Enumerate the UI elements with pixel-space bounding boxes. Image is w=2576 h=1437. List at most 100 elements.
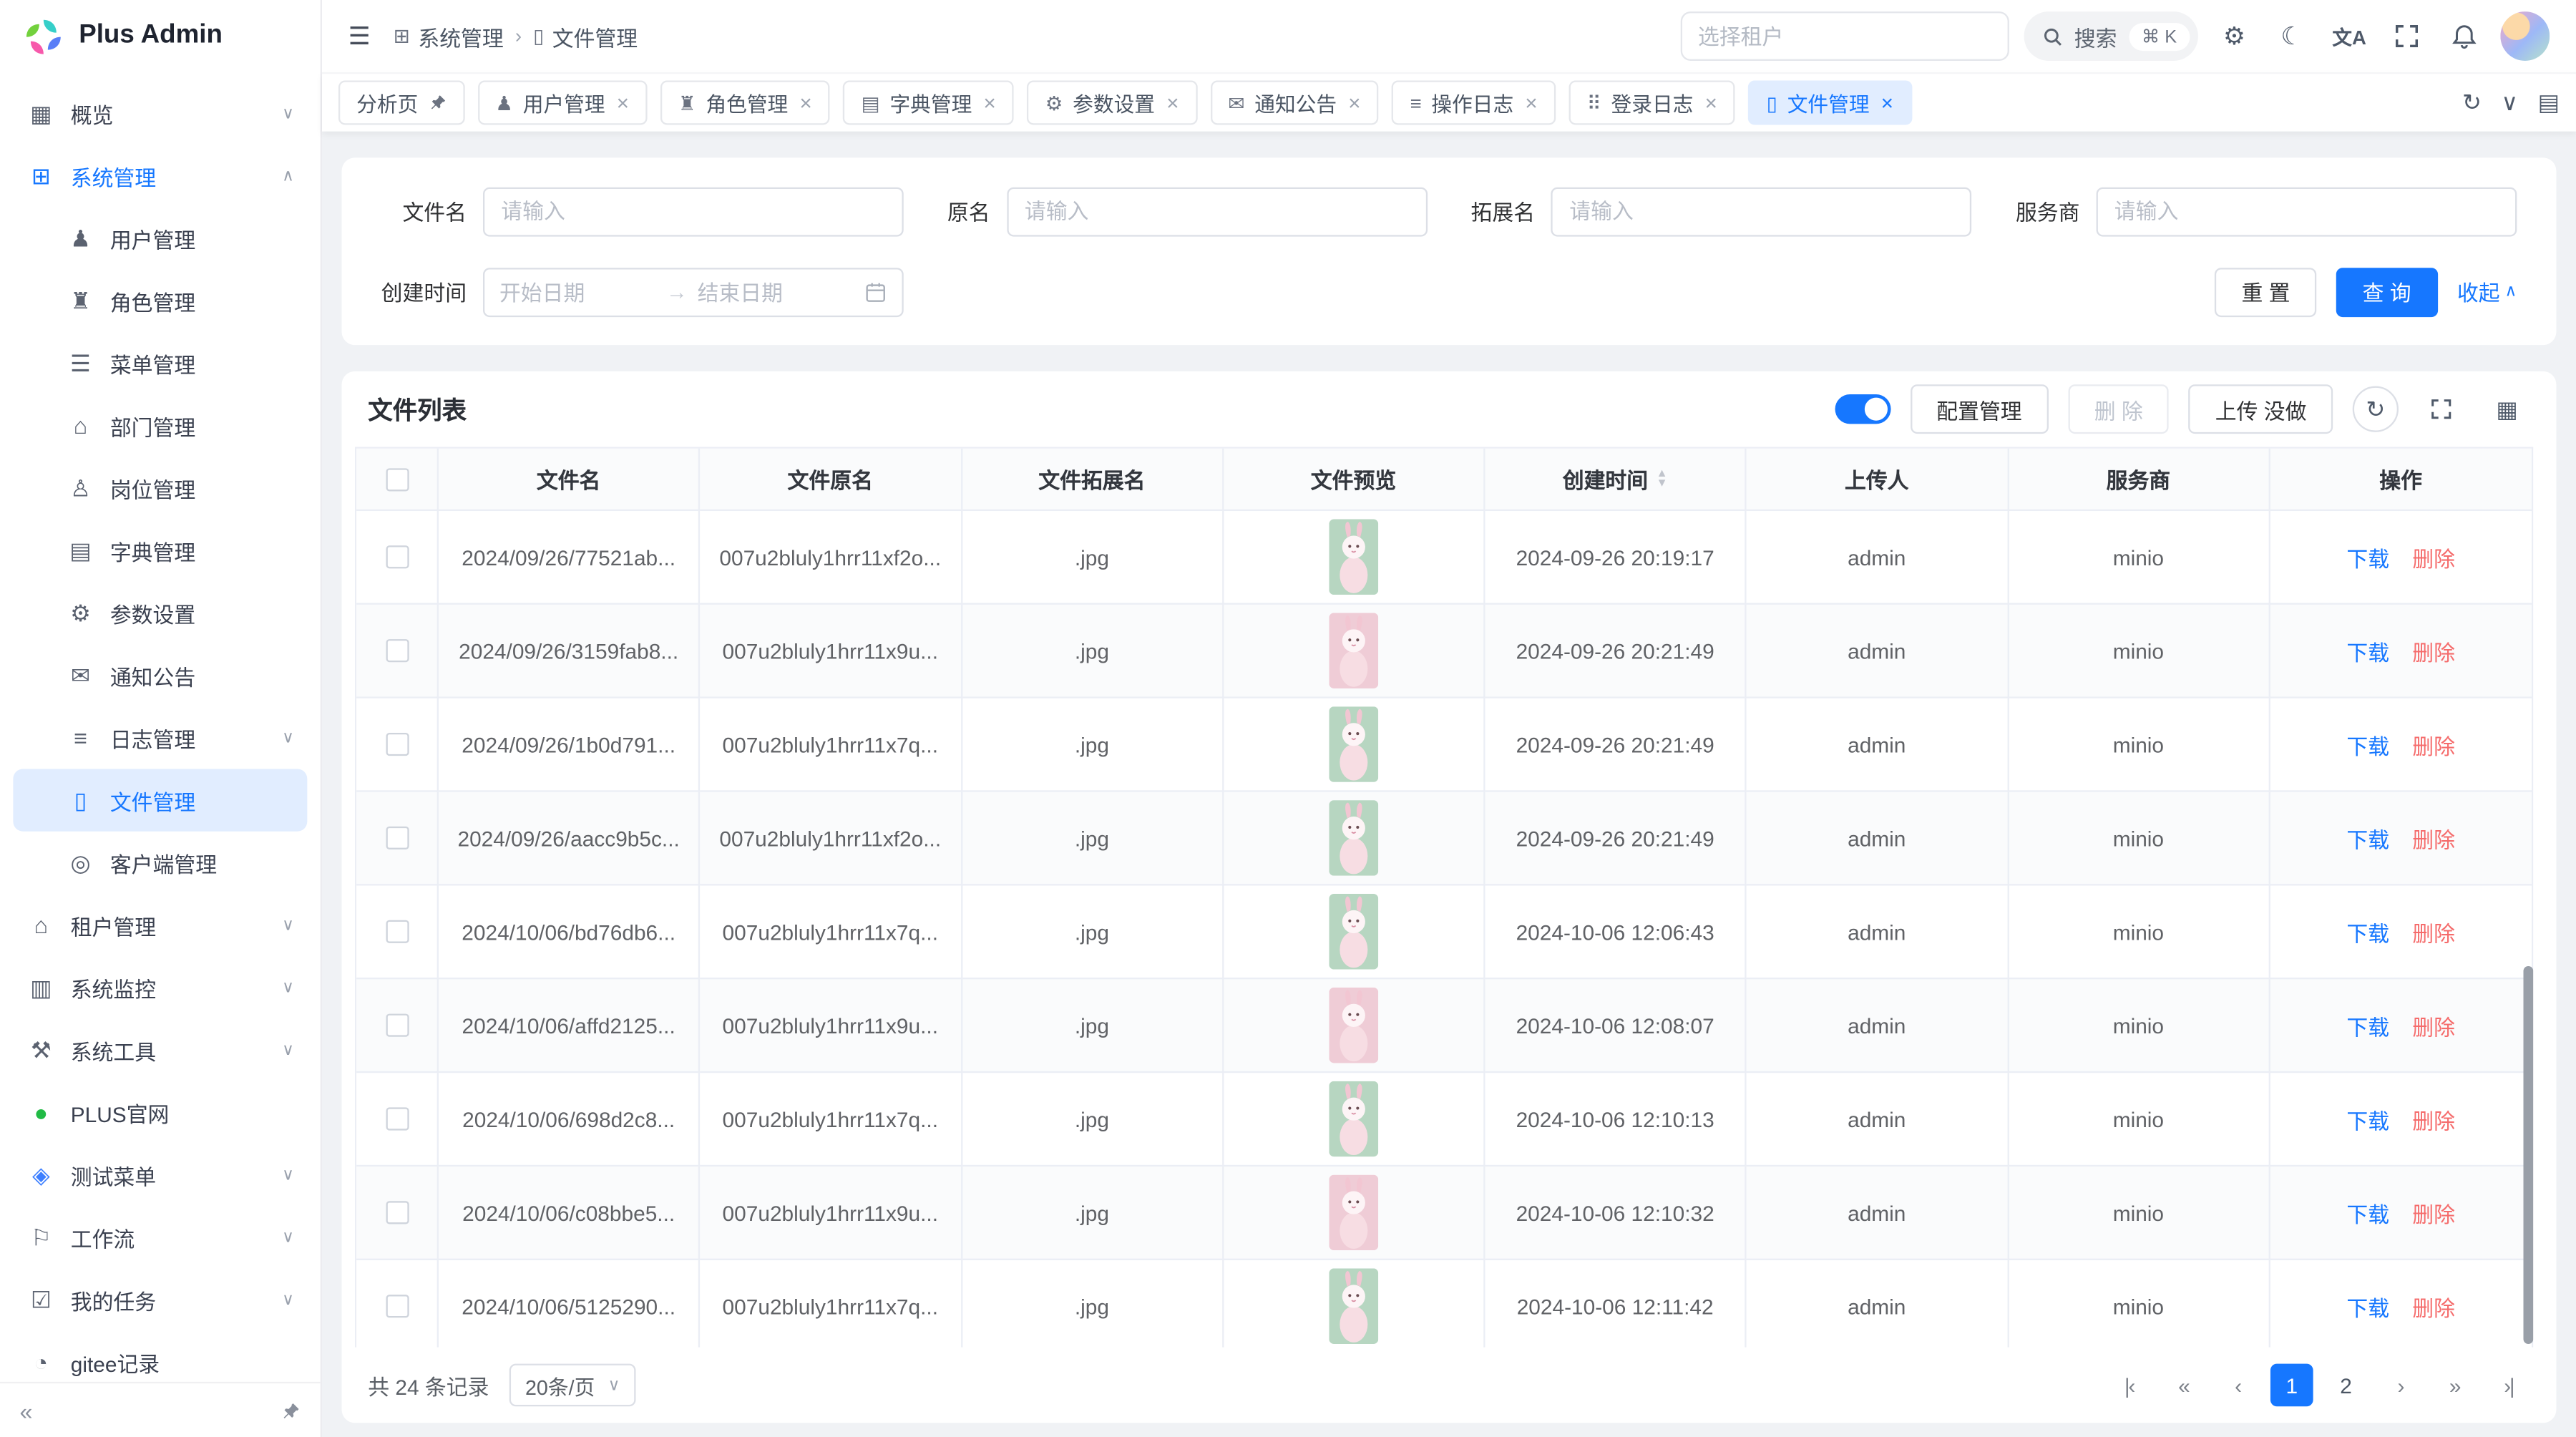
tenant-select-input[interactable] [1680, 11, 2009, 61]
download-link[interactable]: 下载 [2346, 1010, 2389, 1041]
row-checkbox[interactable] [385, 1014, 408, 1037]
delete-link[interactable]: 删除 [2412, 1010, 2455, 1041]
delete-link[interactable]: 删除 [2412, 822, 2455, 854]
file-preview-thumbnail[interactable] [1329, 1175, 1378, 1251]
filter-input[interactable] [2096, 187, 2517, 236]
sidebar-item[interactable]: ☑ 我的任务 ∨ [13, 1268, 307, 1330]
reset-button[interactable]: 重 置 [2215, 267, 2316, 316]
sidebar-item[interactable]: ♙ 岗位管理 [13, 457, 307, 519]
pin-icon[interactable] [281, 1401, 301, 1421]
breadcrumb-item[interactable]: ▯ 文件管理 [533, 21, 638, 52]
row-checkbox[interactable] [385, 639, 408, 662]
sidebar-item[interactable]: ≡ 日志管理 ∨ [13, 706, 307, 769]
sidebar-item[interactable]: ⌂ 租户管理 ∨ [13, 894, 307, 956]
sidebar-item[interactable]: ◎ 客户端管理 [13, 832, 307, 894]
settings-gear-icon[interactable]: ⚙ [2213, 15, 2256, 58]
sidebar-item[interactable]: ◈ 测试菜单 ∨ [13, 1144, 307, 1206]
dark-mode-moon-icon[interactable]: ☾ [2270, 15, 2313, 58]
download-link[interactable]: 下载 [2346, 541, 2389, 573]
date-range-picker[interactable]: 开始日期 → 结束日期 [483, 267, 904, 316]
user-avatar[interactable] [2500, 11, 2550, 61]
row-checkbox[interactable] [385, 545, 408, 568]
collapse-filters-link[interactable]: 收起 ∧ [2457, 276, 2517, 308]
download-link[interactable]: 下载 [2346, 635, 2389, 666]
sidebar-item[interactable]: ▯ 文件管理 [13, 769, 307, 831]
sidebar-item[interactable]: ● PLUS官网 [13, 1081, 307, 1144]
sidebar-item[interactable]: ▥ 系统监控 ∨ [13, 956, 307, 1018]
tab-close-icon[interactable]: × [1166, 90, 1179, 115]
breadcrumb-item[interactable]: ⊞ 系统管理 [394, 21, 504, 52]
row-checkbox[interactable] [385, 1201, 408, 1224]
column-header[interactable]: 上传人 ▲▼ [1747, 449, 2009, 511]
last-page-button[interactable]: ›| [2487, 1364, 2530, 1407]
delete-link[interactable]: 删除 [2412, 916, 2455, 948]
tab[interactable]: ♜ 角色管理 × [660, 80, 830, 125]
sidebar-item[interactable]: ⚙ 参数设置 [13, 582, 307, 644]
file-preview-thumbnail[interactable] [1329, 520, 1378, 595]
column-header[interactable]: 操作 ▲▼ [2270, 449, 2532, 511]
tab-close-icon[interactable]: × [1881, 90, 1893, 115]
menu-toggle-icon[interactable]: ☰ [348, 21, 371, 51]
toolbar-button[interactable]: 上传 没做 [2189, 384, 2333, 434]
sidebar-item[interactable]: ▦ 概览 ∨ [13, 82, 307, 145]
column-header[interactable]: 服务商 ▲▼ [2009, 449, 2270, 511]
page-size-select[interactable]: 20条/页 ∨ [509, 1364, 636, 1407]
tab-close-icon[interactable]: × [617, 90, 629, 115]
page-number-button[interactable]: 1 [2270, 1364, 2313, 1407]
tab[interactable]: ⚙ 参数设置 × [1027, 80, 1196, 125]
column-header[interactable]: 创建时间 ▲▼ [1485, 449, 1747, 511]
layout-panel-icon[interactable]: ▤ [2538, 89, 2560, 117]
tab[interactable]: ≡ 操作日志 × [1392, 80, 1556, 125]
row-checkbox[interactable] [385, 920, 408, 943]
download-link[interactable]: 下载 [2346, 1104, 2389, 1135]
next-page-button[interactable]: › [2379, 1364, 2421, 1407]
prev-page-button[interactable]: ‹ [2216, 1364, 2259, 1407]
download-link[interactable]: 下载 [2346, 729, 2389, 760]
prev-fast-button[interactable]: « [2162, 1364, 2205, 1407]
row-checkbox[interactable] [385, 1295, 408, 1317]
sidebar-item[interactable]: ♟ 用户管理 [13, 207, 307, 269]
page-number-button[interactable]: 2 [2325, 1364, 2368, 1407]
file-preview-thumbnail[interactable] [1329, 706, 1378, 782]
refresh-icon[interactable]: ↻ [2353, 386, 2399, 432]
notification-bell-icon[interactable] [2443, 15, 2486, 58]
toolbar-button[interactable]: 配置管理 [1911, 384, 2049, 434]
delete-link[interactable]: 删除 [2412, 1197, 2455, 1229]
file-preview-thumbnail[interactable] [1329, 1081, 1378, 1157]
tab-close-icon[interactable]: × [799, 90, 811, 115]
sidebar-item[interactable]: ▤ 字典管理 [13, 520, 307, 582]
file-preview-thumbnail[interactable] [1329, 800, 1378, 876]
row-checkbox[interactable] [385, 827, 408, 849]
filter-input[interactable] [1551, 187, 1972, 236]
column-header[interactable]: 文件名 ▲▼ [439, 449, 701, 511]
tab-close-icon[interactable]: × [983, 90, 995, 115]
fullscreen-icon[interactable] [2386, 15, 2429, 58]
tab[interactable]: ▤ 字典管理 × [843, 80, 1014, 125]
tab[interactable]: ✉ 通知公告 × [1210, 80, 1379, 125]
tab[interactable]: ▯ 文件管理 × [1749, 80, 1912, 125]
file-preview-thumbnail[interactable] [1329, 988, 1378, 1063]
tab-close-icon[interactable]: × [1525, 90, 1537, 115]
select-all-checkbox[interactable] [385, 467, 408, 490]
file-preview-thumbnail[interactable] [1329, 1268, 1378, 1344]
download-link[interactable]: 下载 [2346, 916, 2389, 948]
sidebar-item[interactable]: ⚒ 系统工具 ∨ [13, 1018, 307, 1081]
filter-input[interactable] [483, 187, 904, 236]
sidebar-item[interactable]: ⌂ 部门管理 [13, 394, 307, 457]
tab-close-icon[interactable]: × [1348, 90, 1360, 115]
file-preview-thumbnail[interactable] [1329, 613, 1378, 688]
delete-link[interactable]: 删除 [2412, 541, 2455, 573]
sidebar-collapse-button[interactable]: « [20, 1398, 33, 1424]
next-fast-button[interactable]: » [2433, 1364, 2476, 1407]
delete-link[interactable]: 删除 [2412, 1290, 2455, 1322]
sidebar-item[interactable]: ⊞ 系统管理 ∧ [13, 145, 307, 207]
sidebar-item[interactable]: ♜ 角色管理 [13, 270, 307, 332]
sort-icons[interactable]: ▲▼ [1657, 469, 1668, 489]
row-checkbox[interactable] [385, 1107, 408, 1130]
column-header[interactable]: 文件拓展名 ▲▼ [962, 449, 1224, 511]
column-header[interactable]: 文件预览 ▲▼ [1224, 449, 1485, 511]
tab[interactable]: ♟ 用户管理 × [477, 80, 647, 125]
delete-link[interactable]: 删除 [2412, 729, 2455, 760]
fullscreen-table-icon[interactable] [2419, 386, 2464, 432]
column-settings-grid-icon[interactable]: ▦ [2484, 386, 2529, 432]
